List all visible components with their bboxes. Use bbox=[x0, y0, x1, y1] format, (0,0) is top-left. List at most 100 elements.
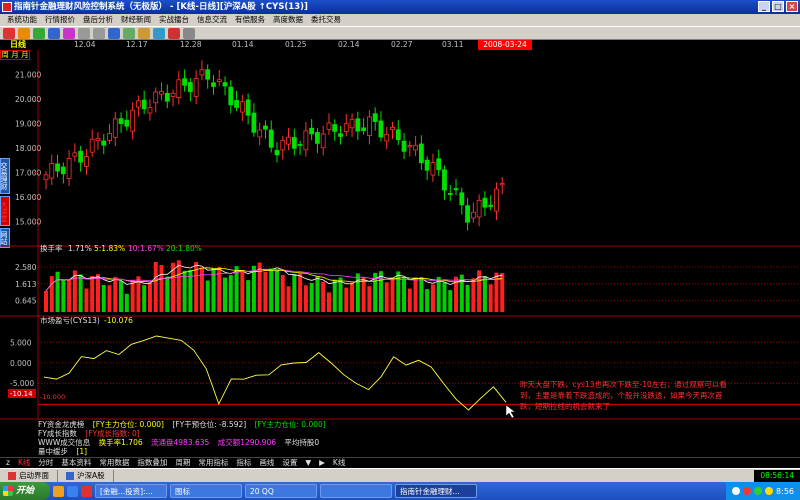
candle-body bbox=[234, 100, 239, 108]
candle-body bbox=[401, 140, 407, 152]
menu-paid[interactable]: 有偿服务 bbox=[231, 14, 269, 26]
candle-body bbox=[170, 92, 176, 97]
candle-body bbox=[332, 124, 338, 132]
amount-value: 成交额1290.906 bbox=[217, 438, 276, 447]
bottom-tab-basic[interactable]: 基本资料 bbox=[57, 458, 95, 468]
chart-header: 日线 12.04 12.17 12.28 01.14 01.25 02.14 0… bbox=[0, 40, 800, 50]
info-row-volume: 量中缓步 [1] bbox=[0, 447, 800, 456]
tray-icon[interactable] bbox=[743, 487, 752, 495]
fund-label[interactable]: FY资金龙虎榜 bbox=[38, 420, 84, 429]
task-item-qq[interactable]: 20 QQ bbox=[245, 484, 317, 498]
task-item-active[interactable]: 指南针金融理财... bbox=[395, 484, 477, 498]
bottom-tab-overlay[interactable]: 指数叠加 bbox=[133, 458, 171, 468]
chart-icon[interactable] bbox=[33, 27, 45, 39]
period-label[interactable]: 日线 bbox=[10, 40, 26, 50]
task-item-1[interactable]: [金融...投资]:... bbox=[95, 484, 167, 498]
start-button[interactable]: 开始 bbox=[0, 482, 50, 500]
status-bar: 启动界面 沪深A股 08:56:14 bbox=[0, 468, 800, 482]
candle-body bbox=[176, 79, 182, 99]
bottom-tab-settings[interactable]: 设置 bbox=[278, 458, 301, 468]
task-item-2[interactable]: 图标 bbox=[170, 484, 242, 498]
minimize-button[interactable]: _ bbox=[758, 1, 770, 12]
home-icon[interactable] bbox=[3, 27, 15, 39]
help-icon[interactable] bbox=[153, 27, 165, 39]
stop-icon[interactable] bbox=[168, 27, 180, 39]
bottom-tab-common-ind[interactable]: 常用指标 bbox=[194, 458, 232, 468]
maximize-button[interactable]: □ bbox=[772, 1, 784, 12]
volume-bar bbox=[500, 272, 505, 312]
down-arrow-icon[interactable]: ▼ bbox=[301, 458, 315, 468]
chart-area[interactable]: 21.00020.00019.00018.00017.00016.00015.0… bbox=[0, 50, 800, 420]
quicklaunch-icon[interactable] bbox=[53, 485, 64, 497]
volume-bar bbox=[413, 277, 418, 312]
menu-system[interactable]: 系统功能 bbox=[3, 14, 41, 26]
status-tab-market[interactable]: 沪深A股 bbox=[58, 469, 114, 482]
forward-icon[interactable] bbox=[93, 27, 105, 39]
trade-label[interactable]: WWW成交信息 bbox=[38, 438, 90, 447]
volume-tick-label: 1.613 bbox=[15, 280, 37, 289]
quote-icon[interactable] bbox=[18, 27, 30, 39]
settings-icon[interactable] bbox=[138, 27, 150, 39]
volume-bar bbox=[350, 282, 355, 312]
app-quick-icon[interactable] bbox=[81, 485, 92, 497]
candle-body bbox=[366, 116, 372, 136]
menu-data[interactable]: 高度数据 bbox=[269, 14, 307, 26]
candle-body bbox=[43, 174, 49, 181]
bottom-tab-period[interactable]: 周期 bbox=[171, 458, 194, 468]
ie-icon[interactable] bbox=[67, 485, 78, 497]
back-icon[interactable] bbox=[78, 27, 90, 39]
date-tick: 12.17 bbox=[126, 40, 148, 49]
volume-bar bbox=[378, 271, 383, 312]
candle-body bbox=[372, 113, 378, 122]
bottom-tab-drawline[interactable]: 画线 bbox=[255, 458, 278, 468]
volume-bar bbox=[315, 275, 320, 312]
menu-analysis[interactable]: 盘后分析 bbox=[79, 14, 117, 26]
menu-trade[interactable]: 委托交易 bbox=[307, 14, 345, 26]
candle-body bbox=[222, 82, 228, 87]
tray-icon[interactable] bbox=[732, 487, 741, 495]
play-icon[interactable]: ▶ bbox=[315, 458, 329, 468]
menu-info[interactable]: 信息交流 bbox=[193, 14, 231, 26]
volume-bar bbox=[55, 271, 60, 312]
status-tab-start[interactable]: 启动界面 bbox=[0, 469, 58, 482]
candle-body bbox=[251, 112, 257, 133]
news-icon[interactable] bbox=[48, 27, 60, 39]
volume-bar bbox=[332, 279, 337, 312]
volume-bar bbox=[488, 284, 493, 312]
volume-bar bbox=[390, 278, 395, 312]
candle-body bbox=[286, 136, 291, 145]
menu-arena[interactable]: 实战擂台 bbox=[155, 14, 193, 26]
print-icon[interactable] bbox=[123, 27, 135, 39]
candle-body bbox=[112, 118, 118, 138]
candle-body bbox=[447, 193, 453, 195]
bottom-tab-intraday[interactable]: 分时 bbox=[34, 458, 57, 468]
volume-bar bbox=[396, 271, 401, 312]
bottom-tab-indicator[interactable]: 指标 bbox=[232, 458, 255, 468]
bottom-tab-kline[interactable]: K线 bbox=[14, 458, 34, 468]
volume-bar bbox=[153, 262, 158, 312]
arena-icon[interactable] bbox=[63, 27, 75, 39]
growth-label[interactable]: FY成长指数 bbox=[38, 429, 77, 438]
bottom-tab-kline-2[interactable]: K线 bbox=[329, 458, 349, 468]
refresh-icon[interactable] bbox=[108, 27, 120, 39]
tray-icon[interactable] bbox=[754, 487, 763, 495]
tray-icon[interactable] bbox=[765, 487, 774, 495]
title-bar: 指南针金融理财风险控制系统（无极版） - [K线-日线][沪深A股 ↑CYS(1… bbox=[0, 0, 800, 14]
volume-bar bbox=[67, 279, 72, 312]
menu-quotes[interactable]: 行情报价 bbox=[41, 14, 79, 26]
volume-bar bbox=[298, 273, 303, 312]
volume-value: 1.71% bbox=[68, 244, 92, 253]
growth-value: [FY成长指数: 0] bbox=[85, 429, 140, 438]
task-item-4[interactable] bbox=[320, 484, 392, 498]
volume-bar bbox=[280, 275, 285, 312]
volume-label[interactable]: 量中缓步 bbox=[38, 447, 68, 456]
volume-bar bbox=[90, 275, 95, 312]
menu-news[interactable]: 财经新闻 bbox=[117, 14, 155, 26]
close-button[interactable]: × bbox=[786, 1, 798, 12]
volume-bar bbox=[78, 274, 83, 312]
volume-bar bbox=[107, 285, 112, 312]
window-icon[interactable] bbox=[183, 27, 195, 39]
bottom-tab-data[interactable]: 常用数据 bbox=[95, 458, 133, 468]
bottom-tab-z[interactable]: z bbox=[2, 458, 14, 468]
volume-ma10: 10:1.67% bbox=[128, 244, 164, 253]
